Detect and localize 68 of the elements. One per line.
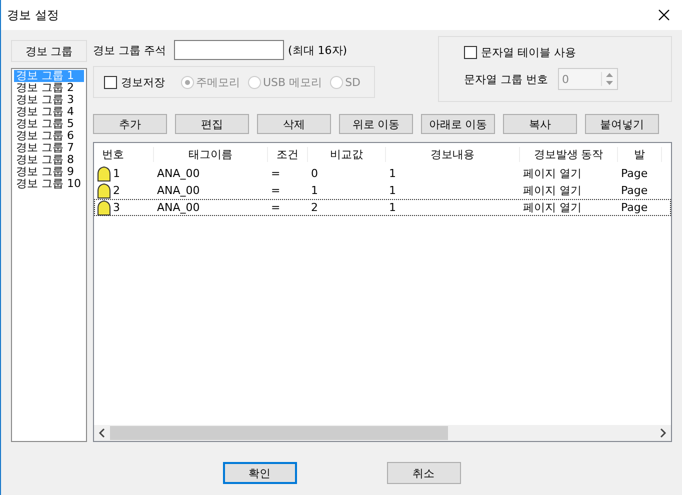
table-row[interactable]: 3 ANA_00 = 2 1 페이지 열기 Page	[94, 199, 671, 216]
group-list-item[interactable]: 경보 그룹 8	[14, 154, 84, 166]
table-cell: =	[271, 184, 280, 197]
bell-icon	[97, 182, 111, 198]
column-header[interactable]: 조건	[268, 146, 308, 162]
dialog-button[interactable]: 확인	[222, 462, 296, 484]
comment-label: 경보 그룹 주석	[93, 42, 166, 58]
group-list-item[interactable]: 경보 그룹 2	[14, 82, 84, 94]
table-row[interactable]: 2 ANA_00 = 1 1 페이지 열기 Page	[94, 182, 671, 199]
table-cell: ANA_00	[157, 167, 200, 180]
table-cell: 1	[311, 184, 318, 197]
dialog-button[interactable]: 취소	[386, 462, 460, 484]
bell-icon	[97, 200, 111, 216]
column-header[interactable]: 비교값	[308, 146, 386, 162]
group-list-item[interactable]: 경보 그룹 9	[14, 166, 84, 178]
table-row[interactable]: 1 ANA_00 = 0 1 페이지 열기 Page	[94, 165, 671, 182]
table-cell: 1	[389, 201, 396, 214]
scroll-left-icon[interactable]	[98, 428, 106, 438]
save-checkbox[interactable]	[104, 76, 117, 88]
comment-input[interactable]	[174, 40, 284, 60]
table-cell: Page	[621, 184, 648, 197]
table-cell: =	[271, 167, 280, 180]
group-list-item[interactable]: 경보 그룹 6	[14, 130, 84, 142]
table-cell: =	[271, 201, 280, 214]
toolbar-button[interactable]: 위로 이동	[339, 114, 413, 134]
table-cell: 1	[389, 167, 396, 180]
toolbar-button[interactable]: 붙여넣기	[585, 114, 659, 134]
string-group-label: 문자열 그룹 번호	[464, 72, 548, 86]
group-list-item[interactable]: 경보 그룹 3	[14, 94, 84, 106]
toolbar-button[interactable]: 복사	[503, 114, 577, 134]
string-table-label: 문자열 테이블 사용	[481, 45, 576, 60]
table-cell: 1	[113, 167, 120, 180]
table-cell: ANA_00	[157, 201, 200, 214]
table-cell: 0	[311, 167, 318, 180]
table-cell: 3	[113, 201, 120, 214]
group-header: 경보 그룹	[11, 40, 87, 62]
toolbar-button[interactable]: 편집	[175, 114, 249, 134]
table-cell: 2	[311, 201, 318, 214]
horizontal-scrollbar[interactable]	[94, 425, 671, 441]
table-cell: Page	[621, 201, 648, 214]
group-list-item[interactable]: 경보 그룹 4	[14, 106, 84, 118]
table-cell: 페이지 열기	[523, 183, 582, 198]
storage-label: SD	[345, 76, 361, 88]
table-cell: 페이지 열기	[523, 200, 582, 215]
storage-label: USB 메모리	[263, 74, 322, 90]
group-list-item[interactable]: 경보 그룹 5	[14, 118, 84, 130]
group-list-item[interactable]: 경보 그룹 10	[14, 178, 84, 190]
table-cell: Page	[621, 167, 648, 180]
table-cell: 2	[113, 184, 120, 197]
table-cell: 1	[389, 184, 396, 197]
table-cell: ANA_00	[157, 184, 200, 197]
table-cell: 페이지 열기	[523, 166, 582, 181]
max-length-hint: (최대 16자)	[288, 42, 348, 58]
storage-label: 주메모리	[196, 74, 240, 90]
bell-icon	[97, 166, 111, 182]
column-header[interactable]: 번호	[94, 146, 154, 162]
toolbar-button[interactable]: 삭제	[257, 114, 331, 134]
close-icon[interactable]	[658, 9, 670, 21]
group-list-item[interactable]: 경보 그룹 7	[14, 142, 84, 154]
column-header[interactable]: 발	[618, 146, 662, 162]
toolbar-button[interactable]: 아래로 이동	[421, 114, 495, 134]
column-header[interactable]: 경보발생 동작	[520, 146, 618, 162]
toolbar-button[interactable]: 추가	[93, 114, 167, 134]
save-label: 경보저장	[121, 74, 165, 90]
column-header[interactable]: 태그이름	[154, 146, 268, 162]
window-title: 경보 설정	[7, 6, 59, 24]
scroll-right-icon[interactable]	[659, 428, 667, 438]
column-header[interactable]: 경보내용	[386, 146, 520, 162]
